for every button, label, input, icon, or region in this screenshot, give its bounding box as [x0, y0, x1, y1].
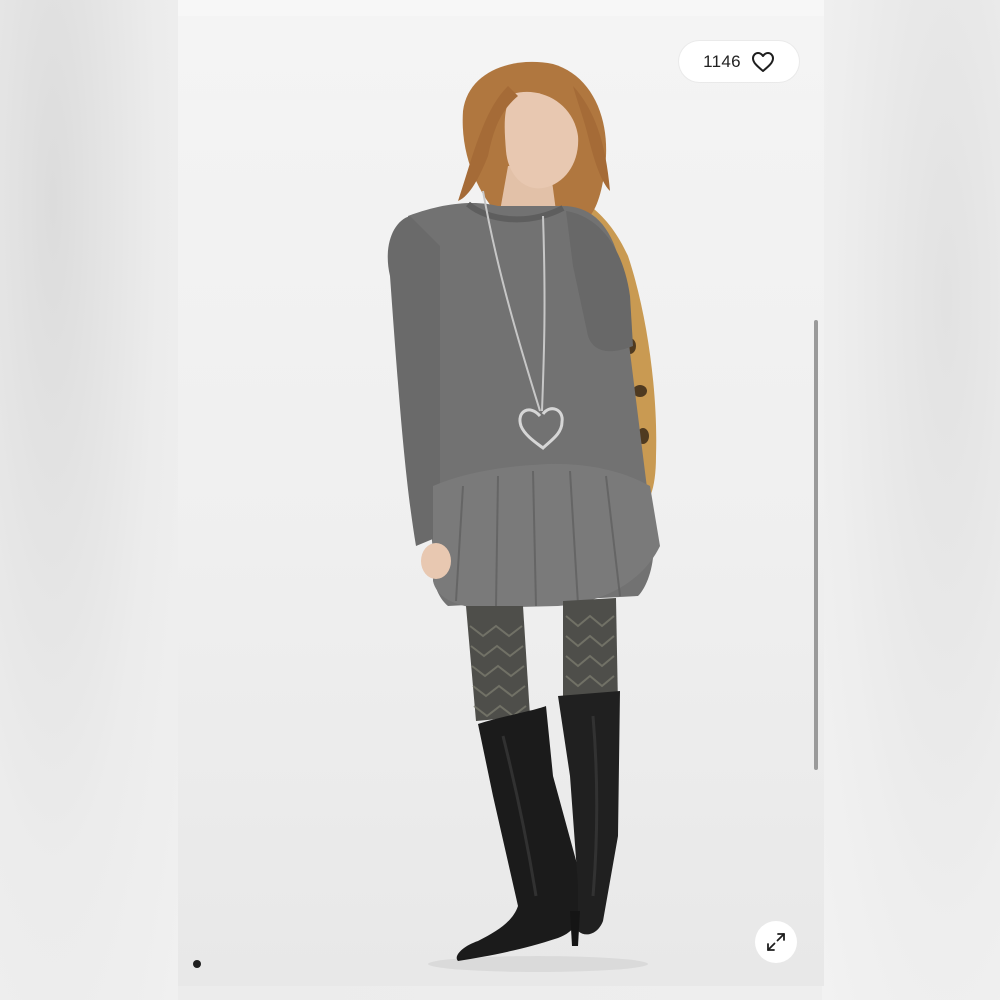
blurred-backdrop-left: [0, 0, 178, 1000]
heart-outline-icon: [751, 51, 774, 72]
product-photo[interactable]: [178, 16, 824, 986]
expand-arrows-icon: [767, 933, 785, 951]
like-button[interactable]: 1146: [679, 41, 799, 82]
pagination-dot-active[interactable]: [193, 960, 201, 968]
screen: 1146: [0, 0, 1000, 1000]
blurred-backdrop-right: [822, 0, 1000, 1000]
expand-button[interactable]: [755, 921, 797, 963]
scrollbar[interactable]: [814, 320, 818, 770]
model-illustration: [387, 61, 660, 972]
top-strip: [178, 0, 824, 16]
like-count: 1146: [703, 51, 741, 71]
